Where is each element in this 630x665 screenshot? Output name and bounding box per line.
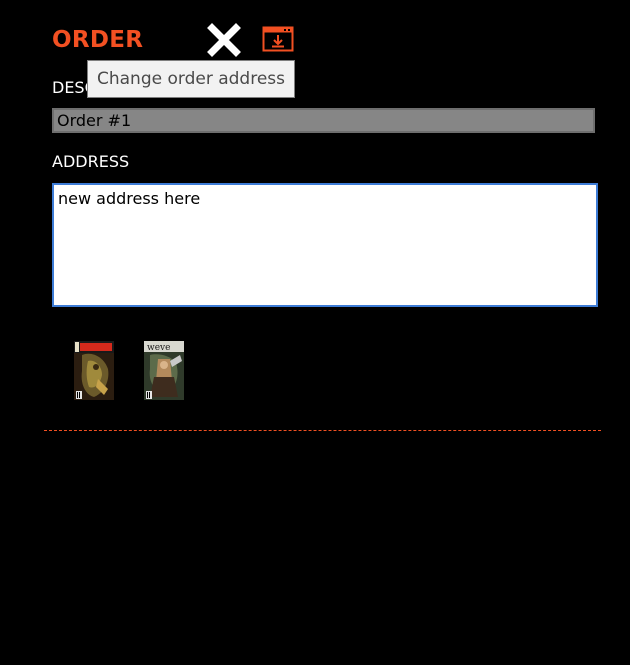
close-button[interactable] (205, 22, 243, 58)
address-field[interactable]: new address here (52, 183, 598, 307)
save-button[interactable] (262, 26, 294, 52)
close-icon (207, 23, 241, 57)
comic-cover-weaver[interactable]: weve (144, 341, 184, 400)
address-label: ADDRESS (52, 152, 130, 171)
svg-text:weve: weve (147, 343, 170, 353)
order-page: ORDER DESC ADDRESS new address here Chan… (0, 0, 630, 665)
comic-cover-thumbnail (74, 341, 114, 400)
description-field[interactable] (52, 108, 595, 133)
save-download-icon (262, 26, 294, 52)
comic-cover-rat-god[interactable] (74, 341, 114, 400)
page-title: ORDER (52, 27, 144, 53)
tooltip: Change order address (87, 60, 296, 98)
comic-cover-thumbnail: weve (144, 341, 184, 400)
section-divider (44, 430, 601, 431)
